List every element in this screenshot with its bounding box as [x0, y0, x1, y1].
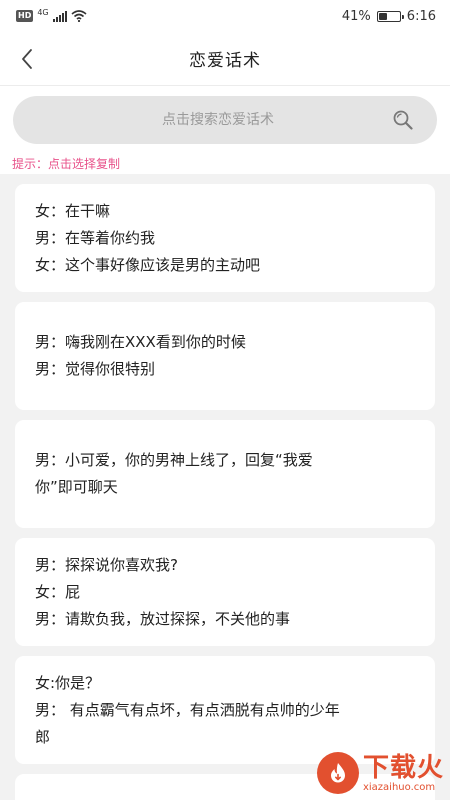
- status-bar: HD 4G 41% 6:16: [0, 0, 450, 32]
- network-type: 4G: [37, 8, 49, 17]
- watermark-url: xiazaihuo.com: [362, 781, 436, 793]
- phrase-card[interactable]: 女:你是？ 男： 有点霸气有点坏，有点洒脱有点帅的少年 郎: [15, 656, 435, 764]
- search-area: [0, 86, 450, 152]
- flame-logo-icon: [316, 752, 359, 794]
- search-icon[interactable]: [383, 100, 423, 140]
- search-input[interactable]: [13, 96, 383, 144]
- phrase-card[interactable]: 女：在干嘛 男：在等着你约我 女：这个事好像应该是男的主动吧: [15, 184, 435, 292]
- phrase-card[interactable]: 男：探探说你喜欢我? 女：屁 男：请欺负我，放过探探，不关他的事: [15, 538, 435, 646]
- status-right: 41% 6:16: [342, 9, 436, 24]
- copy-hint: 提示：点击选择复制: [0, 152, 450, 174]
- phrase-line: 男：小可爱，你的男神上线了，回复“我爱: [35, 451, 313, 469]
- page-title: 恋爱话术: [189, 51, 261, 71]
- phrase-line: 男：请欺负我，放过探探，不关他的事: [35, 609, 291, 628]
- phrase-line: 男：在等着你约我: [35, 228, 156, 247]
- phrase-line: 你”即可聊天: [35, 478, 118, 496]
- phrase-line: 女：在干嘛: [35, 201, 111, 220]
- phrase-line: 男：探探说你喜欢我?: [35, 555, 178, 574]
- phrase-line: 女：这个事好像应该是男的主动吧: [35, 255, 261, 274]
- battery-icon: [376, 10, 404, 22]
- nav-bar: 恋爱话术: [0, 32, 450, 86]
- phrase-card[interactable]: 男：嗨我刚在XXX看到你的时候 男：觉得你很特别: [15, 302, 435, 410]
- signal-icon: [52, 10, 67, 22]
- battery-percent: 41%: [341, 8, 371, 24]
- watermark-title: 下载火: [362, 752, 444, 783]
- search-box: [13, 96, 437, 144]
- phrase-line: 男：嗨我刚在XXX看到你的时候: [35, 333, 246, 351]
- battery-level: [378, 12, 387, 20]
- phrase-line: 男：觉得你很特别: [35, 360, 156, 378]
- wifi-icon: [71, 10, 87, 22]
- phrase-line: 女:你是？: [35, 673, 101, 692]
- back-button[interactable]: [10, 42, 44, 76]
- phrase-card[interactable]: 男：小可爱，你的男神上线了，回复“我爱 你”即可聊天: [15, 420, 435, 528]
- chevron-left-icon: [22, 49, 32, 69]
- hd-badge: HD: [16, 10, 34, 22]
- clock: 6:16: [406, 8, 436, 24]
- phrase-line: 女：屁: [35, 582, 81, 601]
- watermark-text: 下载火 xiazaihuo.com: [363, 754, 444, 793]
- status-left: HD 4G: [16, 8, 87, 22]
- phrase-list: 女：在干嘛 男：在等着你约我 女：这个事好像应该是男的主动吧 男：嗨我刚在XXX…: [0, 184, 450, 800]
- watermark: 下载火 xiazaihuo.com: [316, 752, 444, 794]
- phrase-line: 郎: [35, 727, 51, 746]
- phrase-line: 男： 有点霸气有点坏，有点洒脱有点帅的少年: [35, 700, 340, 719]
